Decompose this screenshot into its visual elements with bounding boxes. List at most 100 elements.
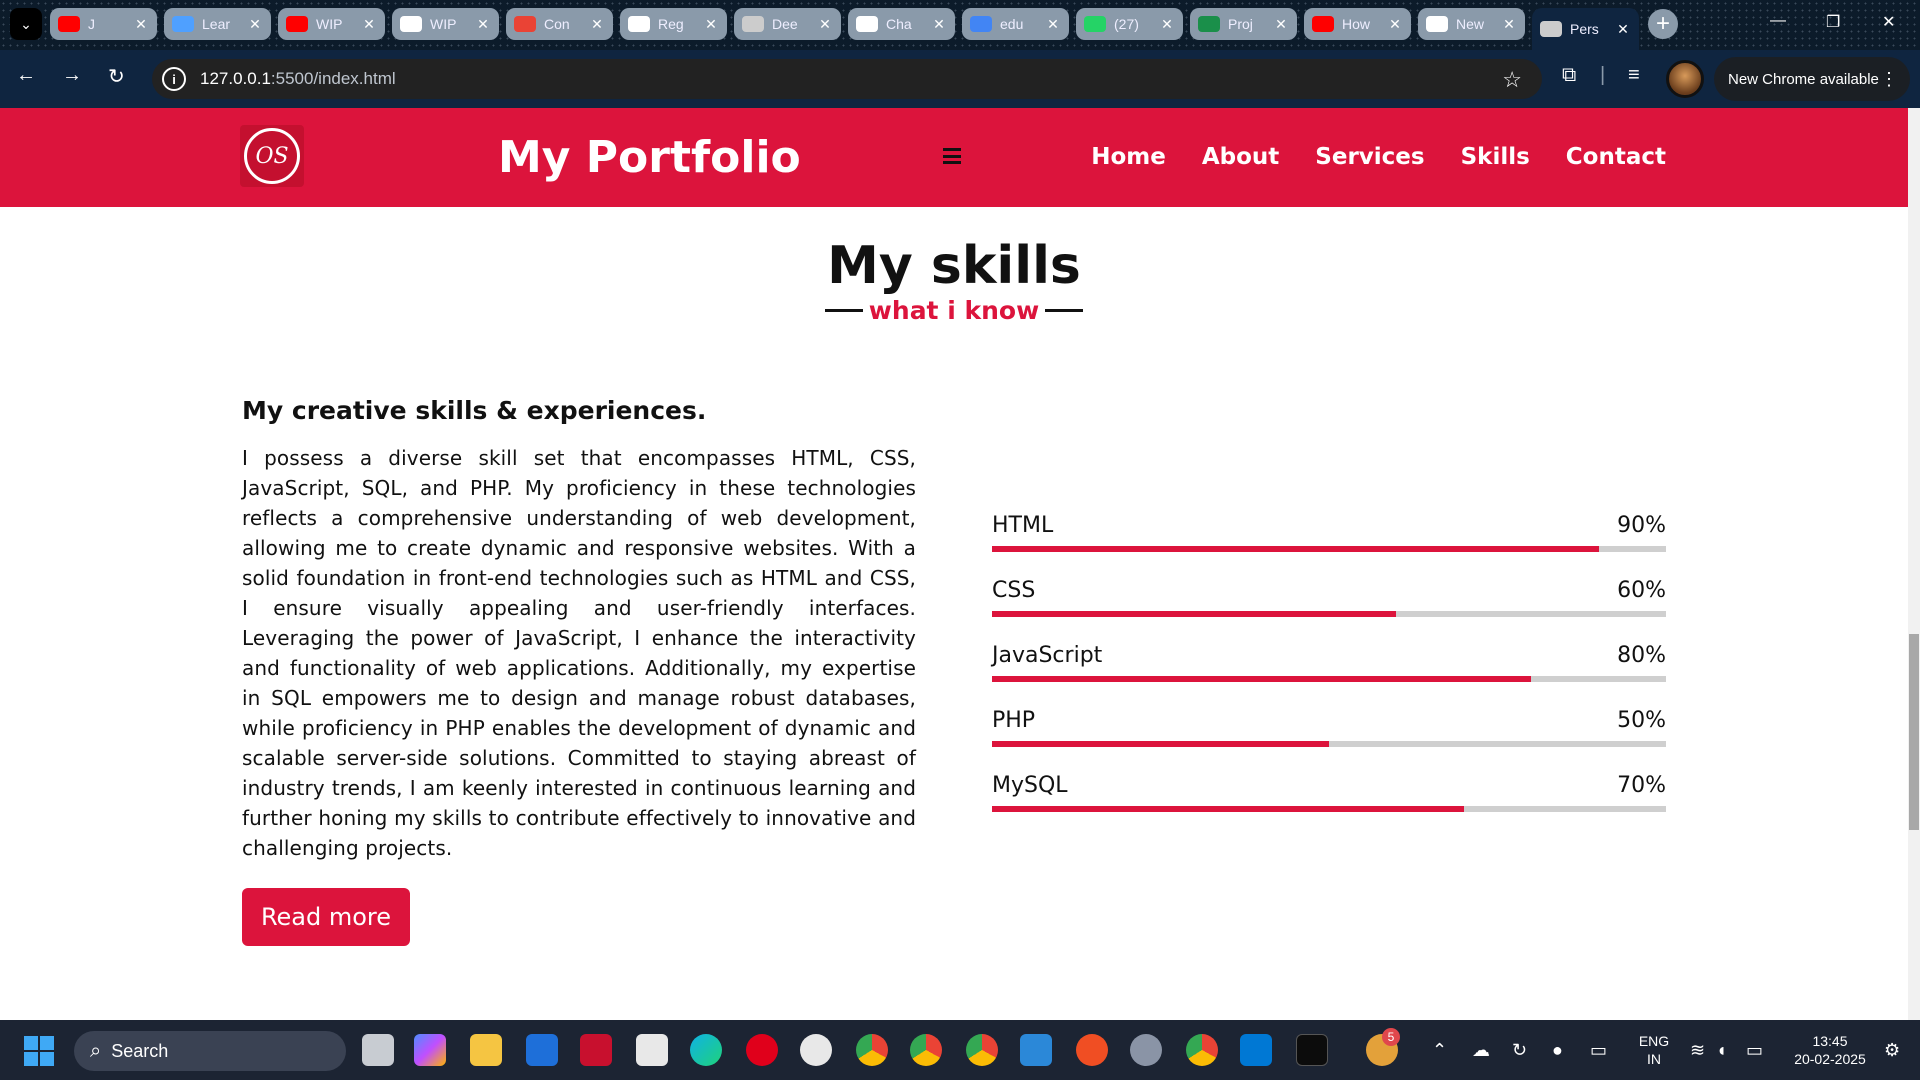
hamburger-menu-icon[interactable]: [943, 148, 961, 164]
tab-close-icon[interactable]: ✕: [817, 16, 833, 33]
tab-title: edu: [1000, 16, 1024, 32]
tab-close-icon[interactable]: ✕: [1501, 16, 1517, 33]
browser-tab[interactable]: J ✕: [50, 8, 157, 40]
clock[interactable]: 13:45 20-02-2025: [1782, 1032, 1878, 1068]
tab-close-icon[interactable]: ✕: [361, 16, 377, 33]
site-info-icon[interactable]: i: [162, 67, 186, 91]
copilot-icon[interactable]: [414, 1034, 446, 1066]
codepen-icon: [172, 16, 194, 32]
skill-item: PHP 50%: [992, 703, 1666, 768]
nav-contact[interactable]: Contact: [1566, 144, 1666, 170]
terminal-icon[interactable]: [1296, 1034, 1328, 1066]
browser-tab[interactable]: Proj ✕: [1190, 8, 1297, 40]
tab-close-icon[interactable]: ✕: [1273, 16, 1289, 33]
browser-tab[interactable]: How ✕: [1304, 8, 1411, 40]
tab-close-icon[interactable]: ✕: [931, 16, 947, 33]
site-logo[interactable]: OS: [240, 125, 304, 187]
tab-close-icon[interactable]: ✕: [1045, 16, 1061, 33]
sync-icon[interactable]: ↻: [1512, 1040, 1527, 1061]
opera-icon[interactable]: [746, 1034, 778, 1066]
nav-about[interactable]: About: [1202, 144, 1279, 170]
photos-icon[interactable]: [1020, 1034, 1052, 1066]
tab-close-icon[interactable]: ✕: [589, 16, 605, 33]
chrome-update-button[interactable]: New Chrome available ⋮: [1714, 57, 1910, 101]
browser-tab[interactable]: Dee ✕: [734, 8, 841, 40]
browser-tab[interactable]: New ✕: [1418, 8, 1525, 40]
nav-home[interactable]: Home: [1091, 144, 1166, 170]
nav-skills[interactable]: Skills: [1461, 144, 1530, 170]
vscode-icon[interactable]: [1240, 1034, 1272, 1066]
tab-close-icon[interactable]: ✕: [1387, 16, 1403, 33]
skill-percent: 50%: [1617, 708, 1666, 733]
browser-tab[interactable]: Cha ✕: [848, 8, 955, 40]
more-menu-icon[interactable]: ⋮: [1880, 69, 1898, 90]
toolbar-divider: |: [1600, 64, 1606, 86]
tab-close-icon[interactable]: ✕: [1159, 16, 1175, 33]
tab-close-icon[interactable]: ✕: [1615, 21, 1631, 38]
onedrive-icon[interactable]: ☁: [1472, 1040, 1490, 1061]
skill-progress-fill: [992, 806, 1464, 812]
settings-icon[interactable]: [1130, 1034, 1162, 1066]
browser-tab[interactable]: Pers ✕: [1532, 8, 1639, 50]
tab-title: Dee: [772, 16, 798, 32]
tab-close-icon[interactable]: ✕: [247, 16, 263, 33]
volume-icon[interactable]: ◖: [1716, 1040, 1727, 1061]
back-icon[interactable]: ←: [16, 64, 36, 87]
task-view-icon[interactable]: [362, 1034, 394, 1066]
notifications-icon[interactable]: ⚙: [1884, 1040, 1900, 1061]
show-hidden-icons[interactable]: ⌃: [1432, 1040, 1447, 1061]
tab-close-icon[interactable]: ✕: [475, 16, 491, 33]
taskbar-search[interactable]: ⌕ Search: [74, 1031, 346, 1071]
chrome-profile-1-icon[interactable]: [856, 1034, 888, 1066]
dell-icon[interactable]: [526, 1034, 558, 1066]
microphone-icon[interactable]: ●: [1552, 1040, 1563, 1061]
browser-tab[interactable]: Reg ✕: [620, 8, 727, 40]
new-tab-button[interactable]: +: [1648, 9, 1678, 39]
forward-icon[interactable]: →: [62, 64, 82, 87]
media-controls-icon[interactable]: ≡: [1628, 64, 1640, 87]
wps-office-icon[interactable]: [1076, 1034, 1108, 1066]
clock-date: 20-02-2025: [1794, 1051, 1866, 1067]
page-scrollbar[interactable]: [1908, 108, 1920, 1020]
obs-icon[interactable]: [800, 1034, 832, 1066]
chrome-profile-3-icon[interactable]: [966, 1034, 998, 1066]
minimize-icon[interactable]: —: [1770, 12, 1786, 30]
browser-tab[interactable]: (27) ✕: [1076, 8, 1183, 40]
mcafee-icon[interactable]: [580, 1034, 612, 1066]
tab-close-icon[interactable]: ✕: [133, 16, 149, 33]
browser-tab[interactable]: WIP ✕: [392, 8, 499, 40]
wifi-icon[interactable]: ≋: [1690, 1040, 1705, 1061]
tab-search-button[interactable]: ⌄: [10, 8, 42, 40]
bookmark-star-icon[interactable]: ☆: [1502, 67, 1522, 93]
scrollbar-thumb[interactable]: [1909, 634, 1919, 830]
chrome-profile-2-icon[interactable]: [910, 1034, 942, 1066]
chrome-profile-4-icon[interactable]: [1186, 1034, 1218, 1066]
microsoft-store-icon[interactable]: [636, 1034, 668, 1066]
battery-icon[interactable]: ▭: [1746, 1040, 1763, 1061]
read-more-button[interactable]: Read more: [242, 888, 410, 946]
youtube-icon: [1312, 16, 1334, 32]
language-indicator[interactable]: ENG IN: [1632, 1032, 1676, 1068]
reload-icon[interactable]: ↻: [108, 64, 125, 89]
browser-tab[interactable]: Con ✕: [506, 8, 613, 40]
windows-start-icon[interactable]: [24, 1036, 54, 1066]
edge-icon[interactable]: [690, 1034, 722, 1066]
file-explorer-icon[interactable]: [470, 1034, 502, 1066]
profile-avatar[interactable]: [1666, 60, 1704, 98]
extensions-icon[interactable]: ⧉: [1562, 64, 1576, 87]
nav-services[interactable]: Services: [1315, 144, 1424, 170]
globe-icon: [742, 16, 764, 32]
youtube-icon: [286, 16, 308, 32]
url-text[interactable]: 127.0.0.1:5500/index.html: [200, 69, 396, 89]
address-bar[interactable]: i 127.0.0.1:5500/index.html ☆: [152, 59, 1542, 99]
clock-time: 13:45: [1812, 1033, 1848, 1049]
browser-tab[interactable]: WIP ✕: [278, 8, 385, 40]
tab-close-icon[interactable]: ✕: [703, 16, 719, 33]
browser-tab[interactable]: Lear ✕: [164, 8, 271, 40]
brand-title[interactable]: My Portfolio: [498, 132, 801, 183]
close-window-icon[interactable]: ✕: [1882, 12, 1895, 32]
restore-icon[interactable]: ❐: [1826, 12, 1840, 32]
tab-title: J: [88, 16, 95, 32]
browser-tab[interactable]: edu ✕: [962, 8, 1069, 40]
display-icon[interactable]: ▭: [1590, 1040, 1607, 1061]
